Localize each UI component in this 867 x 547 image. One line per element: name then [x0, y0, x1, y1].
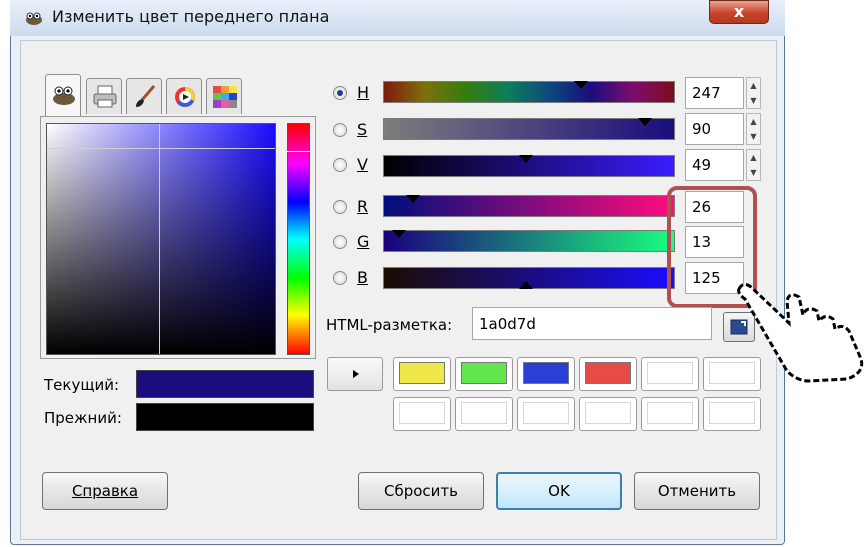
- crosshair-horizontal: [47, 148, 275, 149]
- cancel-button[interactable]: Отменить: [634, 472, 760, 510]
- gimp-app-icon: [24, 10, 44, 26]
- previous-color-swatch: [136, 403, 314, 431]
- current-color-swatch: [136, 370, 314, 398]
- value-input-v[interactable]: 49: [685, 149, 744, 181]
- window-title: Изменить цвет переднего плана: [52, 7, 330, 26]
- slider-b[interactable]: [383, 267, 675, 289]
- palette-grid-icon: [213, 86, 237, 108]
- value-input-h[interactable]: 247: [685, 77, 744, 109]
- radio-r[interactable]: [333, 200, 347, 214]
- reset-button[interactable]: Сбросить: [358, 472, 484, 510]
- radio-v[interactable]: [333, 158, 347, 172]
- hue-strip-marker: [287, 151, 310, 152]
- slider-g[interactable]: [383, 230, 675, 252]
- printer-icon: [93, 85, 117, 108]
- history-swatch-color: [585, 402, 631, 424]
- history-swatch-color: [461, 362, 507, 384]
- current-color-label: Текущий:: [44, 376, 120, 394]
- paintbrush-icon: [136, 85, 156, 107]
- history-swatch[interactable]: [579, 357, 637, 391]
- history-swatch-color: [523, 362, 569, 384]
- history-swatch-color: [647, 402, 693, 424]
- history-swatch[interactable]: [703, 397, 761, 431]
- history-swatch-color: [647, 362, 693, 384]
- channel-label-h: H: [357, 83, 370, 102]
- slider-s[interactable]: [383, 118, 675, 140]
- html-notation-input[interactable]: 1a0d7d: [472, 307, 712, 340]
- channel-label-v: V: [357, 155, 368, 174]
- slider-v[interactable]: [383, 155, 675, 177]
- gimp-wilber-icon: [53, 86, 75, 105]
- tab-gimp-selector[interactable]: [45, 74, 81, 116]
- channel-label-s: S: [357, 120, 368, 139]
- radio-b[interactable]: [333, 271, 347, 285]
- close-button[interactable]: x: [709, 0, 769, 24]
- slider-thumb-s[interactable]: [638, 118, 652, 126]
- history-swatch[interactable]: [517, 357, 575, 391]
- html-notation-label: HTML-разметка:: [326, 316, 453, 334]
- channel-label-b: B: [357, 268, 368, 287]
- reset-button-label: Сбросить: [384, 482, 458, 500]
- slider-r[interactable]: [383, 195, 675, 217]
- spinner-s[interactable]: ▲ ▼: [746, 113, 761, 145]
- radio-h[interactable]: [333, 86, 347, 100]
- slider-thumb-h[interactable]: [574, 81, 589, 89]
- radio-s[interactable]: [333, 123, 347, 137]
- hue-strip[interactable]: [287, 123, 310, 355]
- tab-printer[interactable]: [86, 78, 122, 114]
- history-swatch[interactable]: [393, 397, 451, 431]
- history-swatch[interactable]: [455, 357, 513, 391]
- color-wheel-icon: [175, 87, 195, 107]
- history-swatch[interactable]: [393, 357, 451, 391]
- ok-button[interactable]: OK: [496, 472, 622, 510]
- tab-color-wheel[interactable]: [166, 78, 202, 114]
- channel-label-g: G: [357, 232, 370, 251]
- radio-g[interactable]: [333, 235, 347, 249]
- channel-label-r: R: [357, 197, 369, 216]
- spinner-h[interactable]: ▲ ▼: [746, 77, 761, 109]
- spinner-v[interactable]: ▲ ▼: [746, 149, 761, 181]
- slider-thumb-b[interactable]: [519, 281, 534, 289]
- history-expand-button[interactable]: [327, 357, 383, 391]
- history-swatch-color: [585, 362, 631, 384]
- history-swatch[interactable]: [641, 357, 699, 391]
- slider-thumb-r[interactable]: [406, 195, 420, 203]
- help-button-label: Справка: [71, 482, 139, 500]
- slider-thumb-v[interactable]: [519, 155, 534, 163]
- history-swatch-color: [399, 362, 445, 384]
- history-swatch-color: [399, 402, 445, 424]
- history-swatch[interactable]: [517, 397, 575, 431]
- slider-h[interactable]: [383, 81, 675, 103]
- history-swatch[interactable]: [455, 397, 513, 431]
- crosshair-vertical: [159, 124, 160, 354]
- history-swatch-color: [709, 402, 755, 424]
- history-swatch-color: [461, 402, 507, 424]
- triangle-right-icon: [353, 370, 359, 378]
- tab-palette[interactable]: [206, 78, 242, 114]
- history-swatch-color: [523, 402, 569, 424]
- tab-brush[interactable]: [126, 78, 162, 114]
- saturation-value-square[interactable]: [46, 123, 276, 355]
- pointing-hand-cursor-icon: [735, 275, 865, 389]
- help-button[interactable]: Справка: [42, 472, 168, 510]
- previous-color-label: Прежний:: [44, 409, 122, 427]
- history-swatch[interactable]: [579, 397, 637, 431]
- ok-button-label: OK: [548, 482, 570, 500]
- value-input-s[interactable]: 90: [685, 113, 744, 145]
- slider-thumb-g[interactable]: [391, 230, 406, 238]
- history-swatch[interactable]: [641, 397, 699, 431]
- cancel-button-label: Отменить: [657, 482, 737, 500]
